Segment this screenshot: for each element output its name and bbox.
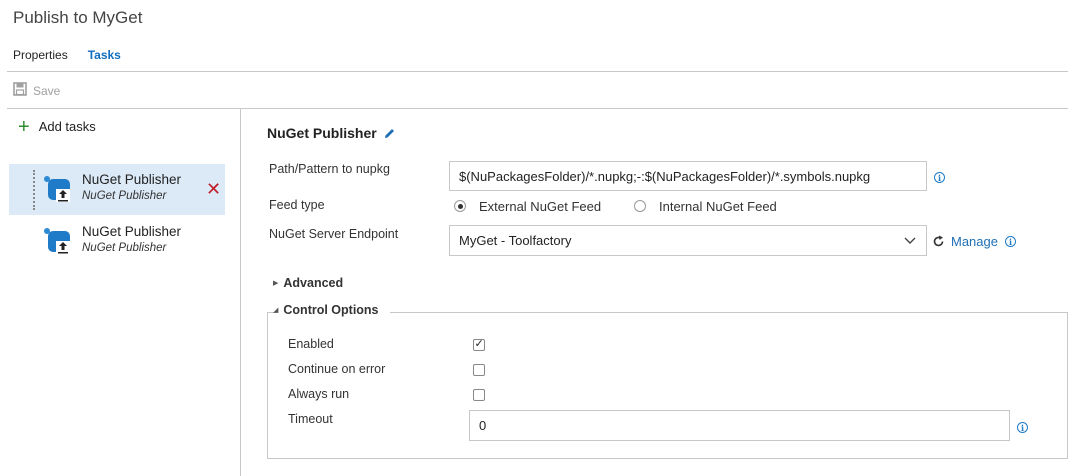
tab-properties[interactable]: Properties [13,48,68,62]
always-run-checkbox[interactable] [473,389,485,401]
path-pattern-input[interactable]: $(NuPackagesFolder)/*.nupkg;-:$(NuPackag… [449,161,927,191]
info-icon[interactable]: i [934,172,945,183]
divider [390,312,1068,313]
task-heading-text: NuGet Publisher [267,125,377,141]
task-subtitle: NuGet Publisher [82,190,167,202]
remove-task-icon[interactable]: ✕ [206,179,221,200]
task-subtitle: NuGet Publisher [82,242,167,254]
toolbar: Save [13,82,60,99]
divider [7,71,1068,72]
always-run-label: Always run [288,387,350,401]
nuget-publisher-icon [44,176,70,202]
plus-icon: + [18,115,30,138]
task-name: NuGet Publisher [82,224,182,239]
enabled-checkbox[interactable] [473,337,485,351]
continue-on-error-checkbox[interactable] [473,364,485,376]
add-tasks-button[interactable]: + Add tasks [18,115,96,138]
continue-on-error-label: Continue on error [288,362,386,376]
refresh-icon[interactable] [932,235,945,248]
endpoint-value: MyGet - Toolfactory [459,233,572,248]
task-name: NuGet Publisher [82,172,182,187]
tab-bar: Properties Tasks [13,48,121,62]
save-button[interactable]: Save [33,84,60,98]
page-title: Publish to MyGet [13,8,143,27]
advanced-section-toggle[interactable]: ▶ Advanced [273,276,343,290]
internal-feed-label[interactable]: Internal NuGet Feed [659,199,777,214]
path-pattern-label: Path/Pattern to nupkg [269,162,390,176]
timeout-label: Timeout [288,412,333,426]
chevron-down-icon [904,237,916,244]
task-heading: NuGet Publisher [267,125,396,141]
task-list-panel: + Add tasks NuGet Publisher NuGet Publis… [0,109,241,476]
manage-link[interactable]: Manage [951,234,998,249]
timeout-input[interactable]: 0 [469,410,1010,441]
add-tasks-label: Add tasks [38,119,96,134]
endpoint-select[interactable]: MyGet - Toolfactory [449,225,927,256]
control-options-toggle[interactable]: ◢ Control Options [273,303,379,317]
control-options-label: Control Options [283,303,379,317]
drag-handle-icon[interactable] [33,170,37,210]
task-item[interactable]: NuGet Publisher NuGet Publisher [9,216,225,267]
save-icon [13,82,27,99]
external-feed-radio[interactable] [454,200,466,212]
feed-type-label: Feed type [269,198,325,212]
advanced-label: Advanced [283,276,344,290]
internal-feed-radio[interactable] [634,200,646,212]
endpoint-label: NuGet Server Endpoint [269,227,399,241]
edit-pencil-icon[interactable] [383,127,396,140]
triangle-down-icon: ◢ [273,307,279,314]
triangle-right-icon: ▶ [273,280,279,287]
path-pattern-value: $(NuPackagesFolder)/*.nupkg;-:$(NuPackag… [459,168,871,184]
external-feed-label[interactable]: External NuGet Feed [479,199,601,214]
task-details-panel: NuGet Publisher Path/Pattern to nupkg $(… [242,109,1075,476]
tab-tasks[interactable]: Tasks [88,48,121,62]
info-icon[interactable]: i [1005,236,1016,247]
timeout-value: 0 [479,418,487,433]
task-item[interactable]: NuGet Publisher NuGet Publisher ✕ [9,164,225,215]
info-icon[interactable]: i [1017,422,1028,433]
enabled-label: Enabled [288,337,334,351]
nuget-publisher-icon [44,228,70,254]
